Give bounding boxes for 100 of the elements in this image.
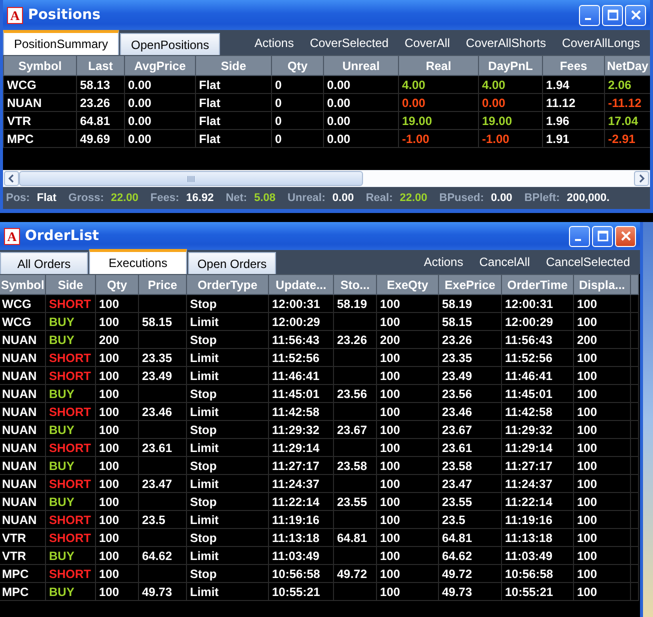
column-header[interactable]: Update... — [268, 274, 334, 294]
table-cell: 10:55:21 — [268, 582, 334, 600]
table-cell: 11.12 — [542, 94, 604, 112]
column-header[interactable]: Real — [398, 56, 478, 76]
table-cell: NUAN — [0, 366, 46, 384]
column-header[interactable]: ExeQty — [376, 274, 438, 294]
table-cell: Limit — [186, 474, 268, 492]
table-cell: NUAN — [0, 510, 46, 528]
table-cell: 4.00 — [398, 76, 478, 94]
column-header[interactable]: ExePrice — [438, 274, 502, 294]
scroll-left-icon[interactable] — [4, 171, 19, 186]
table-cell: 23.26 — [76, 94, 124, 112]
action-link[interactable]: CoverAll — [398, 36, 456, 50]
minimize-button[interactable] — [569, 226, 590, 246]
table-cell: 100 — [376, 474, 438, 492]
table-cell: -1.00 — [398, 130, 478, 148]
column-header[interactable]: OrderType — [186, 274, 268, 294]
table-cell: 1.94 — [542, 76, 604, 94]
table-cell: -1.00 — [478, 130, 542, 148]
table-cell: 64.62 — [438, 546, 502, 564]
table-cell: 100 — [376, 492, 438, 510]
action-link[interactable]: CoverSelected — [304, 36, 395, 50]
status-label: BPused: — [439, 192, 484, 204]
maximize-button[interactable] — [602, 4, 623, 26]
table-cell: 12:00:29 — [268, 312, 334, 330]
table-cell: BUY — [46, 582, 96, 600]
table-cell: 10:55:21 — [502, 582, 574, 600]
status-value: 0.00 — [332, 192, 354, 204]
table-cell: VTR — [4, 112, 76, 130]
column-header[interactable]: Symbol — [0, 274, 46, 294]
table-cell: 64.81 — [438, 528, 502, 546]
table-cell: 23.26 — [438, 330, 502, 348]
action-link[interactable]: CancelAll — [473, 255, 536, 269]
column-header[interactable]: Side — [46, 274, 96, 294]
horizontal-scrollbar[interactable] — [3, 170, 650, 187]
table-cell: 100 — [574, 546, 630, 564]
column-header[interactable]: Side — [196, 56, 272, 76]
action-link[interactable]: CoverAllLongs — [556, 36, 646, 50]
action-link[interactable]: Actions — [248, 36, 300, 50]
table-cell: 100 — [376, 546, 438, 564]
close-button[interactable] — [615, 226, 636, 246]
table-cell: 0.00 — [324, 94, 398, 112]
table-cell: 23.56 — [438, 384, 502, 402]
column-header[interactable]: OrderTime — [502, 274, 574, 294]
tab[interactable]: All Orders — [0, 252, 88, 274]
column-header[interactable]: DayPnL — [478, 56, 542, 76]
column-header[interactable]: Sto... — [334, 274, 376, 294]
column-header[interactable]: Last — [76, 56, 124, 76]
status-value: 5.08 — [254, 192, 276, 204]
table-cell: 58.15 — [138, 312, 186, 330]
table-cell: SHORT — [46, 474, 96, 492]
tab[interactable]: Open Orders — [188, 252, 276, 274]
table-cell: 100 — [574, 366, 630, 384]
maximize-button[interactable] — [592, 226, 613, 246]
table-cell: 1.91 — [542, 130, 604, 148]
table-cell: 23.47 — [438, 474, 502, 492]
table-cell: 11:42:58 — [268, 402, 334, 420]
table-cell: MPC — [4, 130, 76, 148]
column-header[interactable]: Unreal — [324, 56, 398, 76]
scroll-right-icon[interactable] — [634, 171, 649, 186]
tab[interactable]: Executions — [89, 249, 187, 274]
action-link[interactable]: Actions — [418, 255, 470, 269]
table-cell: 100 — [96, 546, 138, 564]
close-button[interactable] — [625, 4, 646, 26]
column-header[interactable]: Fees — [542, 56, 604, 76]
column-header[interactable]: AvgPrice — [124, 56, 196, 76]
table-cell: NUAN — [0, 420, 46, 438]
table-cell: WCG — [0, 294, 46, 312]
status-value: 0.00 — [490, 192, 512, 204]
minimize-button[interactable] — [579, 4, 600, 26]
column-header[interactable]: Qty — [272, 56, 324, 76]
table-cell: 100 — [574, 384, 630, 402]
table-cell: Flat — [196, 112, 272, 130]
table-cell: 100 — [376, 420, 438, 438]
table-cell: 100 — [574, 420, 630, 438]
tab[interactable]: OpenPositions — [120, 33, 220, 55]
table-cell: Flat — [196, 76, 272, 94]
table-cell: 0 — [272, 76, 324, 94]
table-cell: BUY — [46, 384, 96, 402]
table-cell: NUAN — [0, 348, 46, 366]
status-label: Unreal: — [288, 192, 326, 204]
tab[interactable]: PositionSummary — [3, 30, 120, 55]
table-cell: Stop — [186, 492, 268, 510]
action-link[interactable]: CancelSelected — [540, 255, 636, 269]
column-header[interactable]: Displa... — [574, 274, 630, 294]
table-cell: 12:00:31 — [502, 294, 574, 312]
column-header[interactable]: Symbol — [4, 56, 76, 76]
table-cell: 0.00 — [324, 112, 398, 130]
table-cell: 100 — [96, 366, 138, 384]
table-cell: 64.81 — [76, 112, 124, 130]
action-link[interactable]: CoverAllShorts — [460, 36, 552, 50]
scroll-thumb[interactable] — [19, 171, 363, 186]
table-cell: 11:03:49 — [502, 546, 574, 564]
table-cell: MPC — [0, 582, 46, 600]
column-header[interactable]: NetDay — [604, 56, 650, 76]
close-icon — [630, 9, 642, 21]
column-header[interactable]: Price — [138, 274, 186, 294]
column-header[interactable]: Qty — [96, 274, 138, 294]
app-logo: A — [4, 228, 20, 244]
table-cell: 100 — [376, 582, 438, 600]
